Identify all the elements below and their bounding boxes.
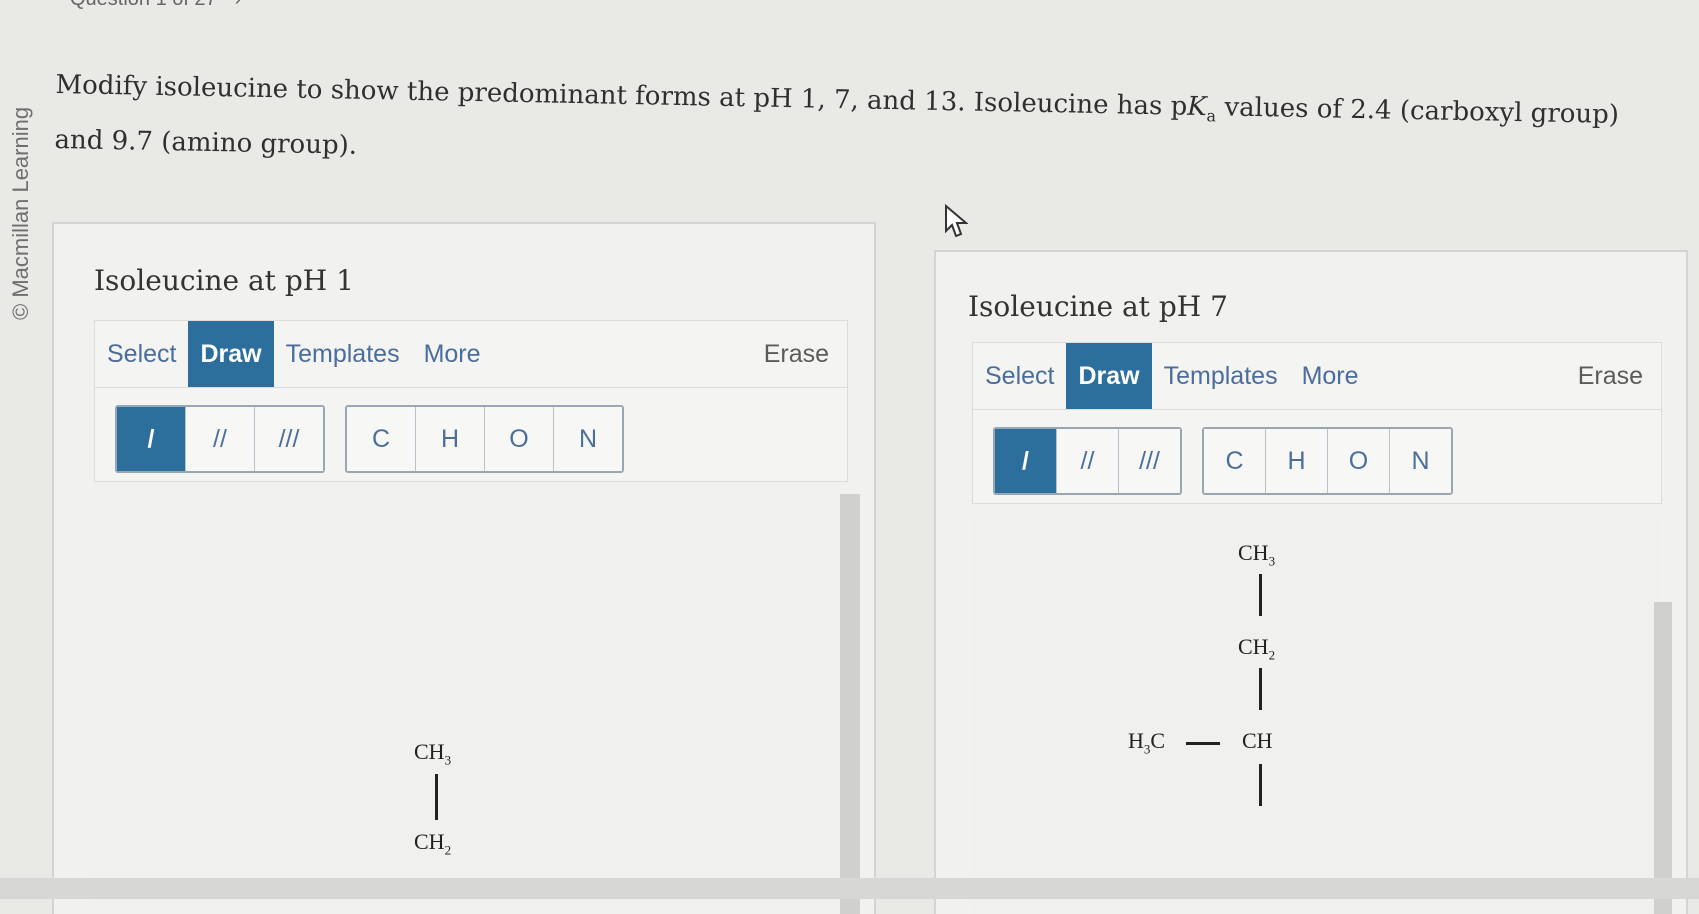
- question-counter: Question 1 of 27: [70, 0, 217, 11]
- atom-ch[interactable]: CH: [1242, 728, 1273, 754]
- mouse-pointer-icon: [945, 204, 968, 238]
- bond-ch3-ch2[interactable]: [1259, 574, 1262, 616]
- atom-o-button[interactable]: O: [485, 407, 554, 471]
- question-navigation: Question 1 of 27 ›: [70, 0, 242, 11]
- atom-o-button[interactable]: O: [1328, 429, 1390, 493]
- atom-tools: C H O N: [1202, 427, 1453, 495]
- tab-templates[interactable]: Templates: [1152, 343, 1290, 409]
- chevron-right-icon[interactable]: ›: [235, 0, 242, 11]
- atom-c-button[interactable]: C: [1204, 429, 1266, 493]
- question-pk-subscript: a: [1206, 106, 1217, 126]
- brand-watermark: © Macmillan Learning: [8, 106, 33, 320]
- question-pk-italic: K: [1186, 91, 1207, 123]
- bond-ch3-ch2[interactable]: [435, 774, 438, 820]
- double-bond-button[interactable]: //: [1057, 429, 1119, 493]
- drawing-canvas[interactable]: CH3 CH2: [94, 494, 846, 914]
- structure-editor-toolbar: Select Draw Templates More Erase / // //…: [972, 342, 1662, 504]
- tab-draw[interactable]: Draw: [188, 321, 274, 387]
- atom-tools: C H O N: [345, 405, 624, 473]
- atom-n-button[interactable]: N: [554, 407, 622, 471]
- structure-editor-toolbar: Select Draw Templates More Erase / // //…: [94, 320, 848, 482]
- bond-h3c-ch[interactable]: [1186, 742, 1220, 745]
- single-bond-button[interactable]: /: [995, 429, 1057, 493]
- tab-templates[interactable]: Templates: [274, 321, 412, 387]
- atom-h-button[interactable]: H: [416, 407, 485, 471]
- drawing-canvas[interactable]: CH3 CH2 H3C CH: [972, 514, 1660, 914]
- atom-n-button[interactable]: N: [1390, 429, 1451, 493]
- panel-ph7: Isoleucine at pH 7 Select Draw Templates…: [934, 250, 1688, 914]
- tab-draw[interactable]: Draw: [1066, 343, 1152, 409]
- erase-button[interactable]: Erase: [1566, 343, 1661, 409]
- bond-tools: / // ///: [115, 405, 325, 473]
- atom-h-button[interactable]: H: [1266, 429, 1328, 493]
- panel-ph1: Isoleucine at pH 1 Select Draw Templates…: [52, 222, 876, 914]
- atom-c-button[interactable]: C: [347, 407, 416, 471]
- triple-bond-button[interactable]: ///: [255, 407, 323, 471]
- triple-bond-button[interactable]: ///: [1119, 429, 1180, 493]
- bond-tools: / // ///: [993, 427, 1182, 495]
- tab-more[interactable]: More: [412, 321, 493, 387]
- tab-select[interactable]: Select: [95, 321, 188, 387]
- question-prompt: Modify isoleucine to show the predominan…: [54, 62, 1676, 194]
- editor-tabs: Select Draw Templates More Erase: [95, 321, 847, 388]
- single-bond-button[interactable]: /: [117, 407, 186, 471]
- tab-more[interactable]: More: [1290, 343, 1371, 409]
- bond-ch2-ch[interactable]: [1259, 668, 1262, 710]
- canvas-scrollbar[interactable]: [840, 494, 860, 914]
- panel-title: Isoleucine at pH 7: [968, 290, 1228, 323]
- atom-ch2[interactable]: CH2: [1238, 634, 1275, 663]
- atom-h3c[interactable]: H3C: [1128, 728, 1165, 757]
- bond-ch-down[interactable]: [1259, 764, 1262, 806]
- bottom-bar: [0, 878, 1699, 899]
- erase-button[interactable]: Erase: [752, 321, 847, 387]
- question-text-before: Modify isoleucine to show the predominan…: [55, 69, 1188, 122]
- atom-ch2[interactable]: CH2: [414, 829, 451, 858]
- editor-tabs: Select Draw Templates More Erase: [973, 343, 1661, 410]
- canvas-scrollbar[interactable]: [1654, 602, 1672, 914]
- atom-ch3[interactable]: CH3: [414, 739, 451, 768]
- tool-row: / // /// C H O N: [115, 405, 624, 473]
- panel-title: Isoleucine at pH 1: [94, 264, 354, 297]
- tool-row: / // /// C H O N: [993, 427, 1453, 495]
- double-bond-button[interactable]: //: [186, 407, 255, 471]
- atom-ch3[interactable]: CH3: [1238, 540, 1275, 569]
- tab-select[interactable]: Select: [973, 343, 1066, 409]
